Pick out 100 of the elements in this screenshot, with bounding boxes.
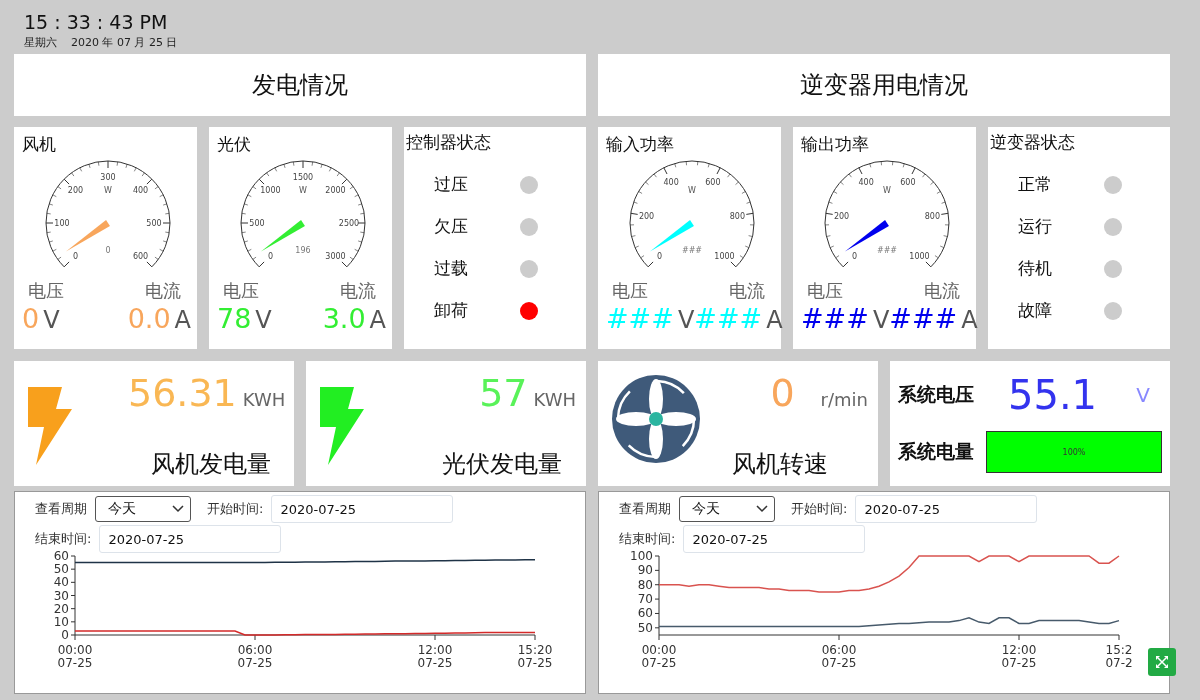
current-unit: A <box>766 306 783 334</box>
voltage-label: 系统电压 <box>898 382 974 408</box>
start-date-field[interactable]: 2020-07-25 <box>855 495 1038 523</box>
caret-icon <box>756 505 768 513</box>
gauge-tick-label: 1000 <box>713 251 735 261</box>
current-value: ### <box>694 303 763 335</box>
end-label: 结束时间: <box>35 530 92 548</box>
gauge-title: 输出功率 <box>801 133 869 155</box>
speed-unit: r/min <box>820 389 868 410</box>
current-label: 电流 <box>340 279 376 303</box>
date: 2020 年 07 月 25 日 <box>71 35 178 50</box>
voltage-label: 电压 <box>807 279 843 303</box>
y-tick-label: 80 <box>637 577 653 592</box>
voltage-label: 电压 <box>28 279 64 303</box>
end-date-field[interactable]: 2020-07-25 <box>99 525 282 553</box>
fullscreen-button[interactable] <box>1148 648 1176 676</box>
y-tick-label: 100 <box>630 549 653 563</box>
energy-label: 光伏发电量 <box>442 449 563 480</box>
start-date-field[interactable]: 2020-07-25 <box>271 495 454 523</box>
gauge-tick-label: 2500 <box>338 219 359 228</box>
gauge-reading: 0 <box>104 246 111 255</box>
voltage-unit: V <box>43 306 60 334</box>
gauge-reading: ### <box>681 246 702 255</box>
status-label: 正常 <box>1018 173 1052 196</box>
gauge-tick-label: 3000 <box>324 251 346 261</box>
voltage-label: 电压 <box>223 279 259 303</box>
y-tick-label: 10 <box>53 614 69 629</box>
status-label: 故障 <box>1018 299 1052 322</box>
gauge-tick-label: 600 <box>132 251 148 261</box>
voltage-value: 0 <box>22 303 40 335</box>
end-date-field[interactable]: 2020-07-25 <box>683 525 866 553</box>
x-tick-label: 06:00 07-25 <box>821 643 857 670</box>
gauge-tick-label: 600 <box>899 178 915 187</box>
voltage-value: 78 <box>217 303 252 335</box>
period-label: 查看周期 <box>619 500 671 518</box>
gauge-tick-label: 1000 <box>259 186 281 196</box>
status-title: 控制器状态 <box>406 131 491 153</box>
voltage-unit: V <box>255 306 272 334</box>
gauge-tick-label: 100 <box>53 219 70 228</box>
gauge-tick-label: 400 <box>663 178 679 187</box>
speed-value: 0 <box>770 371 795 415</box>
start-label: 开始时间: <box>791 500 848 518</box>
gauge-unit: W <box>298 186 307 195</box>
y-tick-label: 50 <box>53 562 69 577</box>
y-tick-label: 70 <box>637 592 653 607</box>
status-label: 过压 <box>434 173 468 196</box>
energy-unit: KWH <box>533 389 576 410</box>
gauge-tick-label: 500 <box>145 219 162 228</box>
status-label: 欠压 <box>434 215 468 238</box>
gauge-reading: 196 <box>294 246 311 255</box>
charge-label: 系统电量 <box>898 438 974 464</box>
y-tick-label: 40 <box>53 575 69 590</box>
y-tick-label: 0 <box>61 628 69 642</box>
gauge-tick-label: 200 <box>833 211 849 221</box>
current-value: 0.0 <box>127 303 171 335</box>
gauge-title: 光伏 <box>217 133 251 155</box>
status-title: 逆变器状态 <box>990 131 1075 153</box>
status-label: 待机 <box>1018 257 1052 280</box>
x-tick-label: 06:00 07-25 <box>237 643 273 670</box>
battery-percent: 100% <box>1062 447 1086 457</box>
gauge-tick-label: 1000 <box>908 251 930 261</box>
gauge-tick-label: 200 <box>638 211 654 221</box>
gauge-title: 输入功率 <box>606 133 674 155</box>
current-value: ### <box>889 303 958 335</box>
gauge-reading: ### <box>876 246 897 255</box>
voltage-unit: V <box>1136 383 1150 408</box>
gauge-tick-label: 300 <box>99 173 116 182</box>
gauge-unit: W <box>882 186 891 195</box>
period-select[interactable]: 今天 <box>95 496 191 522</box>
gauge-tick-label: 200 <box>67 186 83 196</box>
gauge-unit: W <box>103 186 112 195</box>
x-tick-label: 15:2 07-2 <box>1105 643 1133 670</box>
section-title: 逆变器用电情况 <box>598 54 1170 116</box>
current-unit: A <box>961 306 978 334</box>
energy-value: 56.31 <box>128 371 237 415</box>
voltage-value: ### <box>801 303 869 335</box>
current-value: 3.0 <box>322 303 366 335</box>
clock-time: 15 : 33 : 43 PM <box>24 12 169 32</box>
gauge-tick-label: 400 <box>858 178 874 187</box>
x-tick-label: 12:00 07-25 <box>417 643 453 670</box>
expand-icon <box>1155 655 1169 669</box>
x-tick-label: 00:00 07-25 <box>641 643 677 670</box>
status-label: 过载 <box>434 257 468 280</box>
gauge-unit: W <box>687 186 696 195</box>
current-label: 电流 <box>924 279 960 303</box>
gauge-tick-label: 800 <box>924 211 940 221</box>
gauge-tick-label: 400 <box>132 186 148 196</box>
period-select[interactable]: 今天 <box>679 496 775 522</box>
voltage-value: ### <box>606 303 674 335</box>
status-label: 运行 <box>1018 215 1052 238</box>
voltage-unit: V <box>872 306 890 334</box>
energy-label: 风机发电量 <box>151 449 273 480</box>
energy-value: 57 <box>479 371 528 415</box>
weekday: 星期六 <box>24 35 57 50</box>
current-label: 电流 <box>729 279 765 303</box>
period-label: 查看周期 <box>35 500 87 518</box>
energy-unit: KWH <box>242 389 286 410</box>
y-tick-label: 20 <box>53 601 69 616</box>
gauge-tick-label: 0 <box>851 251 857 261</box>
voltage-label: 电压 <box>612 279 648 303</box>
